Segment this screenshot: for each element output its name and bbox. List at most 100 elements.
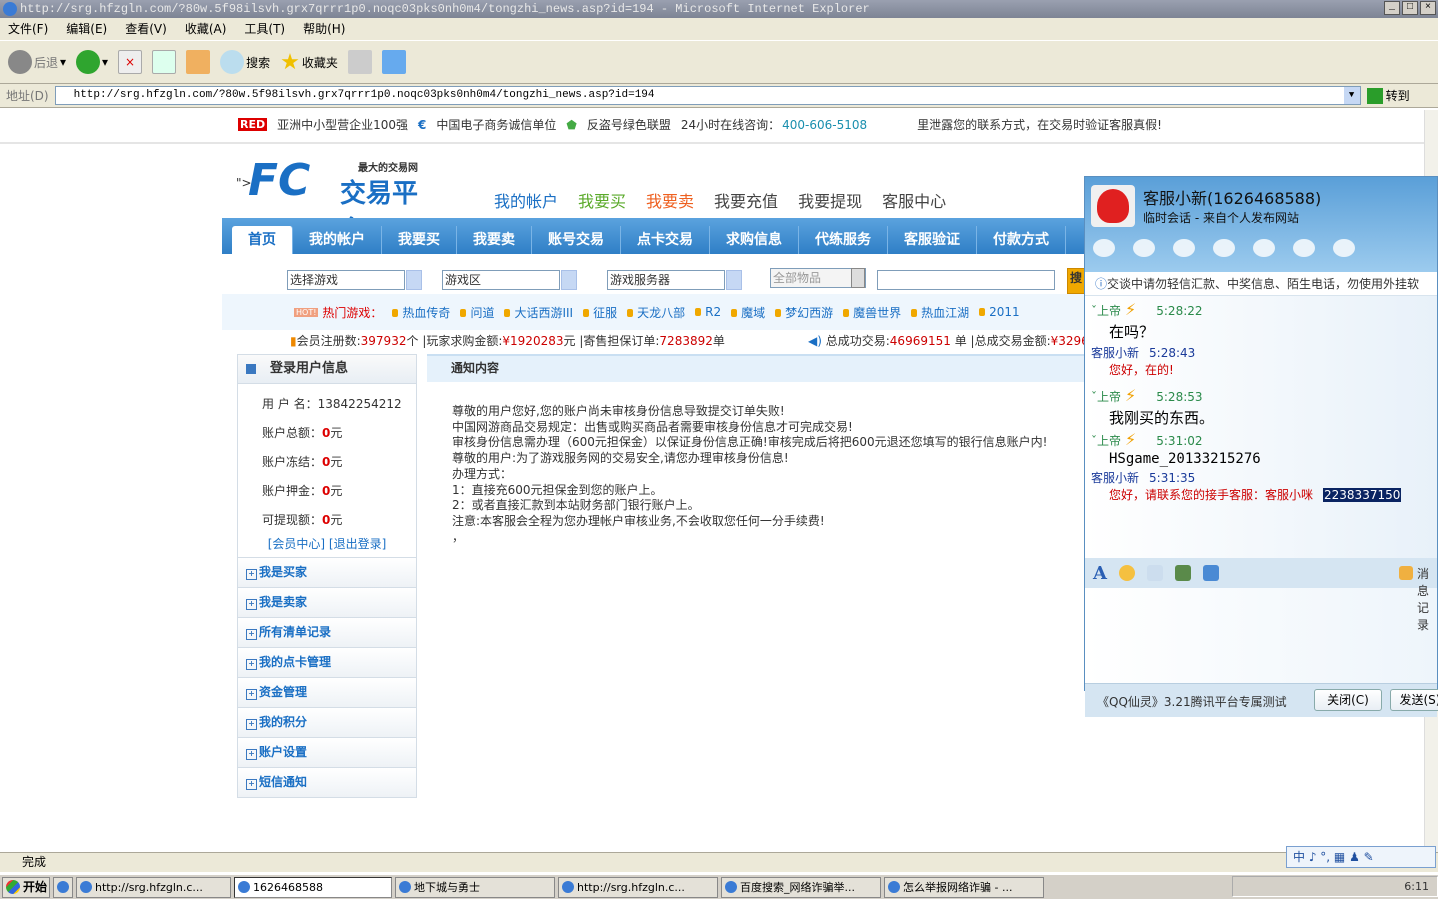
refresh-icon[interactable] — [152, 50, 177, 74]
collapse-icon[interactable] — [246, 363, 256, 374]
hot-game-link[interactable]: 热血江湖 — [911, 304, 969, 321]
username-label: 用 户 名： — [262, 397, 318, 411]
nav-home[interactable]: 首页 — [232, 226, 293, 254]
task-baidu[interactable]: 百度搜索_网络诈骗举... — [721, 876, 881, 898]
topnav-sell[interactable]: 我要卖 — [646, 188, 694, 212]
hot-game-link[interactable]: 问道 — [460, 304, 494, 321]
home-icon[interactable] — [186, 50, 211, 74]
message-header: 客服小新 5:28:43 — [1091, 344, 1431, 361]
zone-select[interactable]: 游戏区 — [442, 270, 577, 290]
microphone-icon[interactable] — [1133, 239, 1155, 257]
app-icon[interactable] — [1253, 239, 1275, 257]
hot-game-link[interactable]: 热血传奇 — [392, 304, 450, 321]
hot-game-link[interactable]: 魔域 — [731, 304, 765, 321]
highlighted-qq-number[interactable]: 2238337150 — [1323, 488, 1402, 502]
menu-edit[interactable]: 编辑(E) — [66, 18, 107, 40]
qq-footer: 《QQ仙灵》3.21腾讯平台专属测试 关闭(C) 发送(S) — [1085, 683, 1438, 717]
print-icon[interactable] — [347, 50, 372, 74]
logout-link[interactable]: [退出登录] — [329, 537, 386, 551]
search-button[interactable]: 搜索 — [220, 50, 270, 74]
nav-verify[interactable]: 客服验证 — [888, 226, 977, 254]
topnav-recharge[interactable]: 我要充值 — [714, 188, 778, 212]
server-select[interactable]: 游戏服务器 — [607, 270, 742, 290]
minimize-button[interactable]: _ — [1384, 1, 1400, 15]
ime-toolbar[interactable]: 中 ♪ °, ▦ ♟ ✎ — [1286, 846, 1436, 868]
topnav-account[interactable]: 我的帐户 — [494, 188, 558, 212]
task-qq-chat[interactable]: 1626468588 — [234, 876, 392, 898]
block-user-icon[interactable] — [1293, 239, 1315, 257]
address-dropdown[interactable]: ▼ — [1343, 87, 1360, 104]
nav-buy[interactable]: 我要买 — [382, 226, 457, 254]
clock: 6:11 — [1404, 880, 1429, 893]
task-ie-2[interactable]: http://srg.hfzgln.c... — [558, 876, 718, 898]
hot-game-link[interactable]: 天龙八部 — [627, 304, 685, 321]
hot-game-link[interactable]: 大话西游III — [504, 304, 573, 321]
quicklaunch-ie-icon[interactable] — [53, 876, 73, 898]
message-text: HSgame_20133215276 — [1109, 451, 1261, 467]
close-chat-button[interactable]: 关闭(C) — [1314, 689, 1382, 711]
back-button[interactable]: 后退 ▾ — [8, 50, 66, 74]
menu-help[interactable]: 帮助(H) — [303, 18, 345, 40]
menu-favorites[interactable]: 收藏(A) — [185, 18, 227, 40]
go-button[interactable]: 转到 — [1366, 87, 1410, 104]
sidebar-item-settings[interactable]: 账户设置 — [237, 738, 417, 768]
game-select[interactable]: 选择游戏 — [287, 270, 422, 290]
qq-ad-text[interactable]: 《QQ仙灵》3.21腾讯平台专属测试 — [1097, 693, 1287, 710]
category-select[interactable]: 全部物品 — [770, 268, 866, 288]
screenshot-icon[interactable] — [1202, 565, 1219, 581]
nav-account[interactable]: 我的帐户 — [293, 226, 382, 254]
address-input[interactable]: http://srg.hfzgln.com/?80w.5f98ilsvh.grx… — [54, 86, 1361, 105]
hot-game-link[interactable]: 魔兽世界 — [843, 304, 901, 321]
topnav-service[interactable]: 客服中心 — [882, 188, 946, 212]
close-button[interactable]: × — [1420, 1, 1436, 15]
nav-account-trade[interactable]: 账号交易 — [532, 226, 621, 254]
sidebar-item-records[interactable]: 所有清单记录 — [237, 618, 417, 648]
task-ie-1[interactable]: http://srg.hfzgln.c... — [76, 876, 231, 898]
sender: ˇ上帝 — [1091, 390, 1122, 404]
keyword-input[interactable] — [877, 270, 1055, 290]
font-icon[interactable]: A — [1093, 563, 1107, 584]
task-dnf[interactable]: 地下城与勇士 — [395, 876, 555, 898]
stat-label: |总成交易金额: — [970, 334, 1051, 348]
menu-file[interactable]: 文件(F) — [8, 18, 48, 40]
file-transfer-icon[interactable] — [1173, 239, 1195, 257]
task-report[interactable]: 怎么举报网络诈骗 - ... — [884, 876, 1044, 898]
emoji-icon[interactable] — [1118, 565, 1135, 581]
sidebar-item-cards[interactable]: 我的点卡管理 — [237, 648, 417, 678]
image-icon[interactable] — [1174, 565, 1191, 581]
stop-icon[interactable]: × — [118, 50, 143, 74]
hot-game-link[interactable]: 2011 — [979, 305, 1020, 319]
menu-tools[interactable]: 工具(T) — [244, 18, 285, 40]
favorites-button[interactable]: ★ 收藏夹 — [280, 50, 338, 75]
nav-card-trade[interactable]: 点卡交易 — [621, 226, 710, 254]
hot-game-link[interactable]: 梦幻西游 — [775, 304, 833, 321]
sidebar-item-funds[interactable]: 资金管理 — [237, 678, 417, 708]
member-center-link[interactable]: [会员中心] — [268, 537, 325, 551]
magic-text-icon[interactable] — [1146, 565, 1163, 581]
nav-sell[interactable]: 我要卖 — [457, 226, 532, 254]
nav-wanted[interactable]: 求购信息 — [710, 226, 799, 254]
nav-payment[interactable]: 付款方式 — [977, 226, 1066, 254]
start-button[interactable]: 开始 — [2, 876, 50, 898]
topnav-buy[interactable]: 我要买 — [578, 188, 626, 212]
add-friend-icon[interactable] — [1333, 239, 1355, 257]
sidebar-item-seller[interactable]: 我是卖家 — [237, 588, 417, 618]
sidebar-item-points[interactable]: 我的积分 — [237, 708, 417, 738]
site-logo[interactable]: FC最大的交易网交易平台 — [248, 155, 438, 246]
edit-icon[interactable] — [381, 50, 406, 74]
video-icon[interactable] — [1093, 239, 1115, 257]
sms-icon[interactable] — [1213, 239, 1235, 257]
sidebar-item-buyer[interactable]: 我是买家 — [237, 558, 417, 588]
maximize-button[interactable]: □ — [1402, 1, 1418, 15]
send-button[interactable]: 发送(S) — [1390, 689, 1438, 711]
hot-game-link[interactable]: R2 — [695, 305, 721, 319]
history-button[interactable]: 消息记录 — [1399, 565, 1433, 632]
hot-game-link[interactable]: 征服 — [583, 304, 617, 321]
sidebar-item-sms[interactable]: 短信通知 — [237, 768, 417, 798]
menu-view[interactable]: 查看(V) — [125, 18, 167, 40]
nav-leveling[interactable]: 代练服务 — [799, 226, 888, 254]
forward-button[interactable]: ▾ — [76, 50, 108, 74]
message-input[interactable] — [1085, 588, 1437, 683]
topnav-withdraw[interactable]: 我要提现 — [798, 188, 862, 212]
status-text: 完成 — [22, 855, 47, 869]
